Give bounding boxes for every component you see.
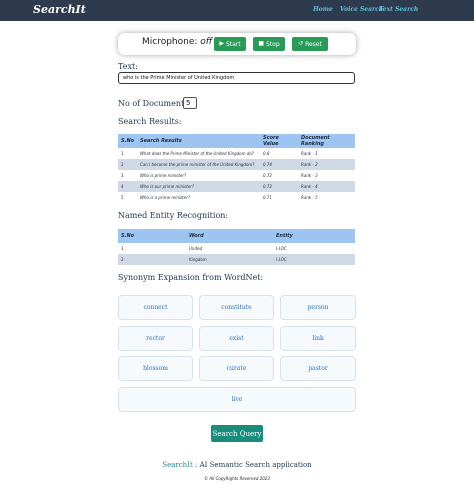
- brand-logo[interactable]: SearchIt: [33, 3, 86, 16]
- table-row: 4 Who is our prime minister? 0.72 Rank -…: [118, 181, 355, 192]
- cell: 0.72: [260, 181, 298, 192]
- cell: 0.71: [260, 192, 298, 203]
- table-row: 1 What does the Prime Minister of the Un…: [118, 148, 355, 159]
- text-label: Text:: [118, 62, 138, 71]
- cell: 0.72: [260, 170, 298, 181]
- table-header-row: S.No Search Results Score Value Document…: [118, 134, 355, 148]
- cell: Can I become the prime minister of the U…: [137, 159, 260, 170]
- stop-icon: ■: [258, 40, 265, 47]
- cell: 2: [118, 159, 137, 170]
- start-button[interactable]: ▶ Start: [214, 37, 246, 51]
- column-header: Search Results: [137, 134, 260, 148]
- play-icon: ▶: [219, 40, 224, 47]
- synonym-chip[interactable]: exist: [199, 326, 274, 351]
- table-row: 2 Kingdom I-LOC: [118, 254, 355, 265]
- microphone-state: off: [200, 37, 213, 47]
- table-row: 2 Can I become the prime minister of the…: [118, 159, 355, 170]
- cell: Who is prime minister?: [137, 170, 260, 181]
- cell: 5: [118, 192, 137, 203]
- cell: Kingdom: [186, 254, 273, 265]
- column-header: Entity: [273, 229, 355, 243]
- ner-table: S.No Word Entity 1 United I-LOC 2 Kingdo…: [118, 229, 355, 265]
- synonym-chip[interactable]: constitute: [199, 295, 274, 320]
- nav-link-voice-search[interactable]: Voice Search: [340, 6, 383, 13]
- cell: I-LOC: [273, 243, 355, 254]
- synonym-chip[interactable]: pastor: [280, 356, 356, 381]
- reset-label: Reset: [305, 40, 322, 48]
- cell: Rank - 4: [298, 181, 355, 192]
- synonyms-title: Synonym Expansion from WordNet:: [118, 273, 264, 282]
- synonym-chip[interactable]: connect: [118, 295, 193, 320]
- footer-tagline: AI Semantic Search application: [199, 461, 312, 469]
- documents-label: No of Documents:: [118, 99, 192, 108]
- stop-button[interactable]: ■ Stop: [253, 37, 285, 51]
- microphone-status: Microphone: off: [142, 37, 212, 47]
- cell: 1: [118, 148, 137, 159]
- cell: 0.8: [260, 148, 298, 159]
- table-row: 1 United I-LOC: [118, 243, 355, 254]
- cell: Rank - 3: [298, 170, 355, 181]
- synonym-chip[interactable]: live: [118, 387, 356, 412]
- table-row: 3 Who is prime minister? 0.72 Rank - 3: [118, 170, 355, 181]
- synonym-chip[interactable]: person: [280, 295, 356, 320]
- column-header: Document Ranking: [298, 134, 355, 148]
- cell: Rank - 2: [298, 159, 355, 170]
- synonym-chip[interactable]: link: [280, 326, 356, 351]
- reset-icon: ↺: [298, 40, 304, 47]
- synonym-chip[interactable]: curate: [199, 356, 274, 381]
- microphone-panel: Microphone: off ▶ Start ■ Stop ↺ Reset: [118, 33, 356, 55]
- microphone-label: Microphone:: [142, 37, 198, 47]
- reset-button[interactable]: ↺ Reset: [292, 37, 328, 51]
- cell: Who is a prime minister?: [137, 192, 260, 203]
- table-row: 5 Who is a prime minister? 0.71 Rank - 5: [118, 192, 355, 203]
- copyright-text: © All CopyRights Reserved 2023: [204, 476, 270, 481]
- column-header: Score Value: [260, 134, 298, 148]
- column-header: S.No: [118, 229, 186, 243]
- navbar: SearchIt Home Voice Search Text Search: [0, 0, 474, 21]
- search-results-table: S.No Search Results Score Value Document…: [118, 134, 355, 203]
- table-header-row: S.No Word Entity: [118, 229, 355, 243]
- cell: I-LOC: [273, 254, 355, 265]
- footer-brand: SearchIt :: [162, 461, 198, 469]
- column-header: Word: [186, 229, 273, 243]
- ner-title: Named Entity Recognition:: [118, 211, 229, 220]
- cell: 0.74: [260, 159, 298, 170]
- synonym-chip[interactable]: rector: [118, 326, 193, 351]
- synonym-chip[interactable]: blossom: [118, 356, 193, 381]
- cell: 3: [118, 170, 137, 181]
- search-query-button[interactable]: Search Query: [211, 425, 263, 442]
- nav-link-home[interactable]: Home: [313, 6, 333, 13]
- nav-link-text-search[interactable]: Text Search: [379, 6, 418, 13]
- documents-count-input[interactable]: 5: [183, 97, 197, 109]
- cell: 1: [118, 243, 186, 254]
- cell: 4: [118, 181, 137, 192]
- cell: Rank - 1: [298, 148, 355, 159]
- query-text-input[interactable]: who is the Prime Minister of United King…: [118, 72, 355, 84]
- cell: Rank - 5: [298, 192, 355, 203]
- cell: Who is our prime minister?: [137, 181, 260, 192]
- cell: What does the Prime Minister of the Unit…: [137, 148, 260, 159]
- cell: United: [186, 243, 273, 254]
- column-header: S.No: [118, 134, 137, 148]
- stop-label: Stop: [266, 40, 280, 48]
- search-results-title: Search Results:: [118, 117, 182, 126]
- cell: 2: [118, 254, 186, 265]
- start-label: Start: [225, 40, 241, 48]
- footer-title: SearchIt : AI Semantic Search applicatio…: [0, 461, 474, 469]
